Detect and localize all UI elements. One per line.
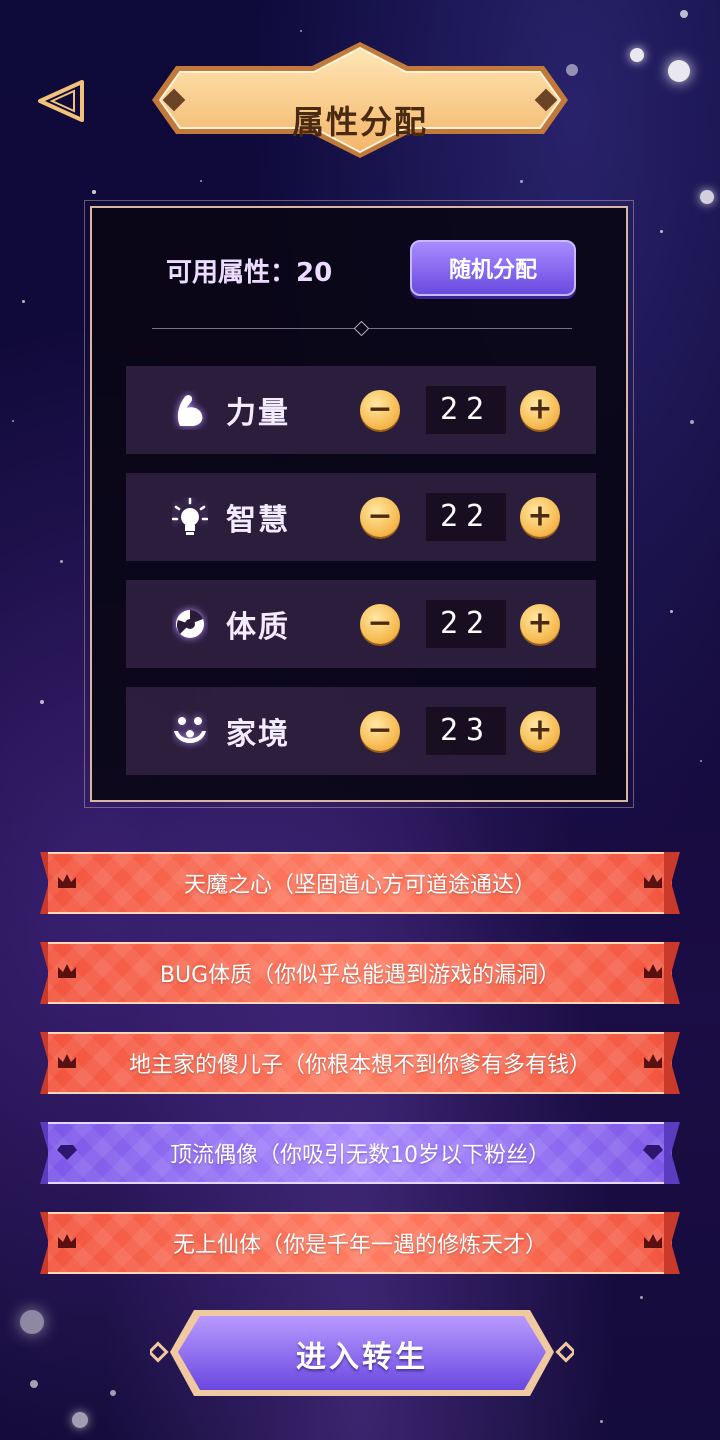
crown-icon — [644, 1054, 662, 1068]
enter-button-label: 进入转生 — [296, 1340, 428, 1375]
increase-family-button[interactable]: + — [520, 711, 560, 751]
page-title: 属性分配 — [291, 103, 428, 141]
decrease-wisdom-button[interactable]: − — [360, 497, 400, 537]
plus-icon: + — [527, 712, 553, 748]
minus-icon: − — [367, 391, 393, 427]
back-button[interactable] — [36, 78, 88, 124]
stat-row-family: 家境 − 23 + — [126, 687, 596, 775]
muscle-icon — [177, 395, 203, 426]
talent-item[interactable]: 地主家的傻儿子（你根本想不到你爹有多有钱） — [40, 1032, 680, 1094]
stat-label: 家境 — [226, 717, 290, 752]
back-arrow-icon — [38, 80, 84, 122]
random-allocate-button[interactable]: 随机分配 — [410, 240, 576, 296]
increase-wisdom-button[interactable]: + — [520, 497, 560, 537]
increase-constitution-button[interactable]: + — [520, 604, 560, 644]
ribbon-end — [664, 942, 680, 1004]
talent-text: BUG体质（你似乎总能遇到游戏的漏洞） — [159, 963, 561, 988]
stat-value: 22 — [426, 493, 506, 541]
crown-icon — [644, 964, 662, 978]
stat-label: 智慧 — [226, 503, 290, 538]
divider-ornament — [353, 320, 370, 337]
talent-item[interactable]: 天魔之心（坚固道心方可道途通达） — [40, 852, 680, 914]
talent-item[interactable]: 顶流偶像（你吸引无数10岁以下粉丝） — [40, 1122, 680, 1184]
crown-icon — [58, 964, 76, 978]
minus-icon: − — [367, 712, 393, 748]
decrease-family-button[interactable]: − — [360, 711, 400, 751]
talent-text: 天魔之心（坚固道心方可道途通达） — [183, 873, 536, 898]
ribbon-end — [664, 1212, 680, 1274]
ribbon-end — [664, 1122, 680, 1184]
stat-row-wisdom: 智慧 − 22 + — [126, 473, 596, 561]
available-points: 可用属性：20 — [166, 258, 333, 288]
attribute-panel: 可用属性：20 随机分配 力量 − 22 + 智慧 − 22 + 体质 − 22… — [84, 200, 634, 808]
stat-value: 22 — [426, 600, 506, 648]
crown-icon — [58, 1234, 76, 1248]
talent-ribbon: 天魔之心（坚固道心方可道途通达） — [48, 852, 672, 914]
stat-label: 力量 — [226, 396, 290, 431]
increase-strength-button[interactable]: + — [520, 390, 560, 430]
body-icon — [176, 610, 204, 638]
stat-row-constitution: 体质 − 22 + — [126, 580, 596, 668]
ribbon-end — [664, 852, 680, 914]
crown-icon — [644, 1234, 662, 1248]
stat-row-strength: 力量 − 22 + — [126, 366, 596, 454]
lightbulb-icon — [172, 497, 208, 535]
talent-item[interactable]: BUG体质（你似乎总能遇到游戏的漏洞） — [40, 942, 680, 1004]
minus-icon: − — [367, 605, 393, 641]
stat-label: 体质 — [226, 610, 290, 645]
talent-ribbon: 地主家的傻儿子（你根本想不到你爹有多有钱） — [48, 1032, 672, 1094]
stat-value: 22 — [426, 386, 506, 434]
plus-icon: + — [527, 605, 553, 641]
ribbon-end — [664, 1032, 680, 1094]
title-banner: 属性分配 — [148, 40, 572, 160]
decrease-constitution-button[interactable]: − — [360, 604, 400, 644]
crown-icon — [58, 874, 76, 888]
talent-ribbon: BUG体质（你似乎总能遇到游戏的漏洞） — [48, 942, 672, 1004]
plus-icon: + — [527, 391, 553, 427]
diamond-icon — [57, 1145, 77, 1160]
talent-ribbon: 无上仙体（你是千年一遇的修炼天才） — [48, 1212, 672, 1274]
enter-reincarnation-button[interactable]: 进入转生 — [147, 1306, 577, 1400]
talent-text: 无上仙体（你是千年一遇的修炼天才） — [172, 1233, 547, 1258]
diamond-icon — [643, 1145, 663, 1160]
talent-text: 顶流偶像（你吸引无数10岁以下粉丝） — [170, 1143, 550, 1168]
minus-icon: − — [367, 498, 393, 534]
plus-icon: + — [527, 498, 553, 534]
talent-ribbon: 顶流偶像（你吸引无数10岁以下粉丝） — [48, 1122, 672, 1184]
family-icon — [174, 717, 206, 743]
decrease-strength-button[interactable]: − — [360, 390, 400, 430]
crown-icon — [58, 1054, 76, 1068]
talent-text: 地主家的傻儿子（你根本想不到你爹有多有钱） — [128, 1053, 591, 1078]
talent-item[interactable]: 无上仙体（你是千年一遇的修炼天才） — [40, 1212, 680, 1274]
crown-icon — [644, 874, 662, 888]
stat-value: 23 — [426, 707, 506, 755]
